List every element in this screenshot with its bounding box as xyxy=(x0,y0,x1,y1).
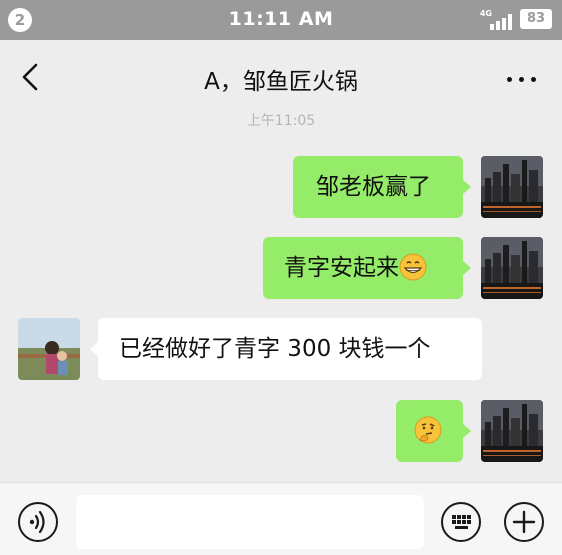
add-button[interactable] xyxy=(504,502,544,542)
plus-icon xyxy=(512,510,536,534)
status-bar: 2 11:11 AM 4G 83 xyxy=(0,0,562,40)
avatar-self[interactable] xyxy=(481,400,543,462)
city-night-avatar-image xyxy=(481,237,543,299)
more-options-button[interactable] xyxy=(504,64,540,94)
battery-icon: 83 xyxy=(520,9,552,29)
contact-photo-avatar-image xyxy=(18,318,80,380)
message-text: 青字安起来 xyxy=(284,255,399,281)
chat-header: A，邹鱼匠火锅 xyxy=(0,40,562,116)
message-bubble-outgoing[interactable] xyxy=(396,400,471,462)
message-bubble-outgoing[interactable]: 青字安起来 xyxy=(263,237,471,299)
message-text: 邹老板赢了 xyxy=(316,174,431,200)
chat-title: A，邹鱼匠火锅 xyxy=(204,69,358,95)
message-input[interactable] xyxy=(76,495,424,549)
message-timestamp: 上午11:05 xyxy=(246,113,316,129)
avatar-self[interactable] xyxy=(481,237,543,299)
message-bubble-incoming[interactable]: 已经做好了青字 300 块钱一个 xyxy=(90,318,482,380)
avatar-contact[interactable] xyxy=(18,318,80,380)
status-time: 11:11 AM xyxy=(228,8,334,30)
message-text: 已经做好了青字 300 块钱一个 xyxy=(119,336,431,362)
chat-input-bar xyxy=(0,482,562,555)
city-night-avatar-image xyxy=(481,400,543,462)
keyboard-button[interactable] xyxy=(441,502,481,542)
grinning-face-emoji-icon xyxy=(399,253,427,280)
keyboard-icon xyxy=(452,515,471,529)
voice-icon xyxy=(29,510,45,534)
signal-icon xyxy=(490,12,516,30)
message-bubble-outgoing[interactable]: 邹老板赢了 xyxy=(293,156,471,218)
voice-button[interactable] xyxy=(18,502,58,542)
city-night-avatar-image xyxy=(481,156,543,218)
avatar-self[interactable] xyxy=(481,156,543,218)
message-list[interactable]: 上午11:05 邹老板赢了 青字安起来 已经做好了青字 300 块钱一个 xyxy=(0,113,562,482)
thinking-face-emoji-icon xyxy=(414,416,442,443)
